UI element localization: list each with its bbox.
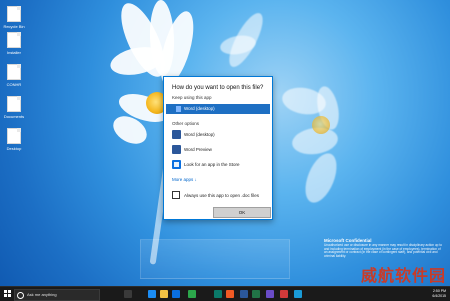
windows-icon	[8, 290, 11, 293]
app-icon[interactable]	[214, 290, 222, 298]
more-apps-link[interactable]: More apps ↓	[172, 177, 197, 182]
desktop-icon-conhr[interactable]: CONHR	[3, 64, 25, 87]
dialog-title: How do you want to open this file?	[172, 85, 264, 91]
desktop-icon-label: Installer	[6, 50, 21, 55]
clock-date: 6/4/2015	[432, 293, 446, 298]
desktop-icon-label: Desktop	[6, 146, 22, 151]
app-icon[interactable]	[294, 290, 302, 298]
desktop-icon-installer[interactable]: Installer	[3, 32, 25, 55]
app-option-store[interactable]: Look for an app in the Store	[172, 160, 264, 170]
file-icon	[7, 128, 21, 144]
app-option-word-preview[interactable]: Word Preview	[172, 145, 264, 155]
app-option-word-desktop[interactable]: Word (desktop)	[172, 130, 264, 140]
file-icon	[7, 96, 21, 112]
always-use-label: Always use this app to open .doc files	[184, 192, 260, 198]
desktop-icon-documents[interactable]: Documents	[3, 96, 25, 119]
browser-icon[interactable]	[148, 290, 156, 298]
confidential-notice: Microsoft Confidential Unauthorized use …	[324, 238, 444, 258]
store-icon[interactable]	[172, 290, 180, 298]
selected-app-label: Word (desktop)	[184, 106, 215, 111]
flower-petal-soft	[218, 33, 258, 57]
desktop-icon-recycle-bin[interactable]: Recycle Bin	[3, 6, 25, 29]
app-icon[interactable]	[280, 290, 288, 298]
always-use-checkbox[interactable]	[172, 191, 180, 199]
windows-icon	[4, 294, 7, 297]
start-button[interactable]	[4, 290, 12, 298]
clock-time: 2:50 PM	[432, 289, 446, 293]
confidential-body: Unauthorized use or disclosure in any ma…	[324, 243, 442, 258]
app-icon[interactable]	[188, 290, 196, 298]
ok-button[interactable]: OK	[213, 207, 271, 218]
app-option-label: Word (desktop)	[184, 132, 215, 137]
word-icon[interactable]	[240, 290, 248, 298]
taskbar: Ask me anything 2:50 PM 6/4/2015	[0, 286, 450, 301]
windows-icon	[4, 290, 7, 293]
watermark-text: 威航软件园	[360, 268, 446, 285]
file-icon	[7, 32, 21, 48]
app-icon[interactable]	[226, 290, 234, 298]
taskbar-clock[interactable]: 2:50 PM 6/4/2015	[432, 289, 446, 298]
desktop-icon-label: Documents	[3, 114, 25, 119]
desktop-icon-label: Recycle Bin	[3, 24, 25, 29]
flower-petal-soft	[299, 149, 343, 207]
search-placeholder: Ask me anything	[27, 292, 57, 297]
taskbar-search-box[interactable]: Ask me anything	[14, 289, 100, 301]
app-icon[interactable]	[266, 290, 274, 298]
word-icon	[172, 145, 181, 154]
word-icon	[176, 106, 181, 112]
flower-center-soft	[312, 116, 330, 134]
task-view-icon[interactable]	[124, 290, 132, 298]
word-icon	[172, 130, 181, 139]
selected-app-row[interactable]: Word (desktop)	[166, 104, 270, 114]
keep-using-label: Keep using this app	[172, 95, 212, 100]
store-icon	[172, 160, 181, 169]
app-option-label: Look for an app in the Store	[184, 162, 240, 167]
watermark-block	[140, 239, 290, 279]
desktop-icon-label: CONHR	[6, 82, 22, 87]
always-use-option[interactable]: Always use this app to open .doc files	[172, 191, 259, 199]
open-with-dialog: How do you want to open this file? Keep …	[163, 76, 273, 220]
search-icon	[17, 292, 24, 299]
other-options-label: Other options	[172, 121, 200, 126]
desktop-icon-desktop[interactable]: Desktop	[3, 128, 25, 151]
file-icon	[7, 64, 21, 80]
app-option-label: Word Preview	[184, 147, 212, 152]
recycle-bin-icon	[7, 6, 21, 22]
windows-icon	[8, 294, 11, 297]
excel-icon[interactable]	[252, 290, 260, 298]
file-explorer-icon[interactable]	[160, 290, 168, 298]
